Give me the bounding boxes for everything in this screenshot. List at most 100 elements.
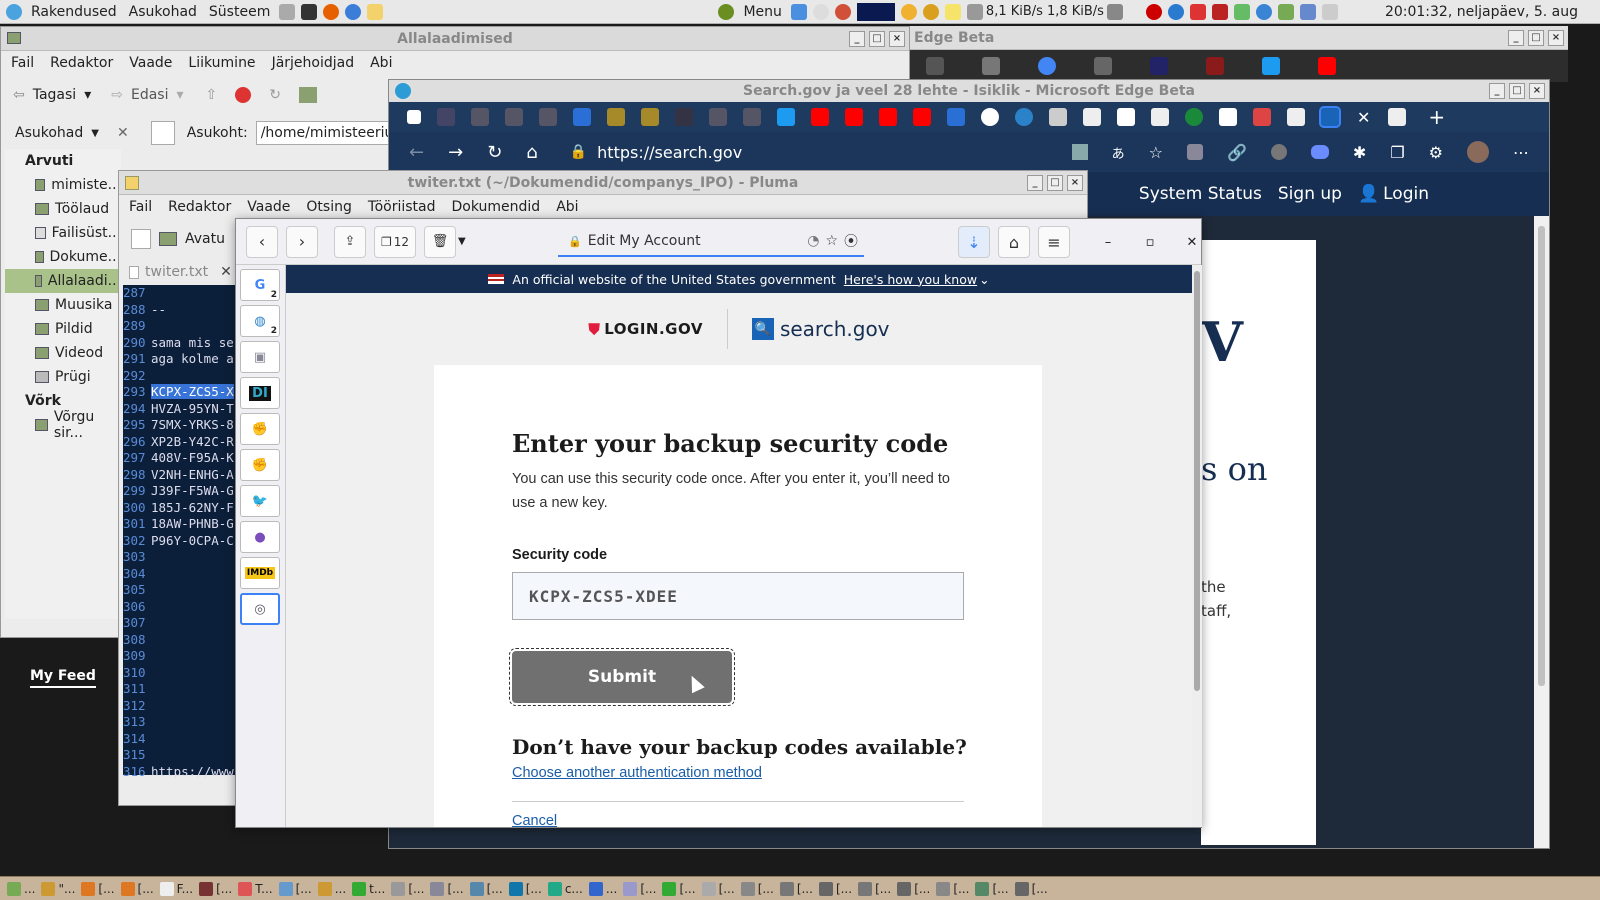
taskbar-item[interactable]: [... [508,879,542,899]
tab-favicon-icon[interactable] [743,108,761,126]
tab-youtube-icon[interactable] [913,108,931,126]
tab-favicon-icon[interactable] [539,108,557,126]
taskbar-item[interactable]: ... [317,879,346,899]
reload-icon[interactable]: ↻ [487,142,502,163]
menu-tools[interactable]: Tööriistad [360,199,444,215]
code-line[interactable]: 293 KCPX-ZCS5-X [123,384,243,401]
record-icon[interactable] [1145,3,1162,20]
edge-scrollbar[interactable] [1534,216,1549,848]
tab-favicon-icon[interactable] [1388,108,1407,126]
sidebar-gnome2-icon[interactable]: ✊ [240,449,280,481]
code-line[interactable]: 289 [123,318,243,335]
taskbar-item[interactable]: [... [897,879,930,899]
taskbar-item[interactable]: [... [936,879,969,899]
tab-google-icon[interactable] [981,108,999,126]
signal-icon[interactable] [1299,3,1316,20]
tab-favicon-icon[interactable] [1094,57,1112,75]
tab-twitter-icon[interactable] [777,108,795,126]
taskbar-item[interactable]: "... [41,879,75,899]
taskbar-item[interactable]: [... [278,879,312,899]
minimize-button[interactable]: _ [1027,175,1043,191]
menu-view[interactable]: Vaade [121,55,180,71]
taskbar-item[interactable]: ... [588,879,617,899]
address-bar[interactable]: https://search.gov [597,143,997,162]
share-icon[interactable]: ⇪ [334,225,366,258]
minimize-button[interactable]: _ [1489,83,1505,99]
home-icon[interactable]: ⌂ [998,226,1030,258]
tab-favicon-icon[interactable] [1206,57,1224,75]
forward-button[interactable]: › [286,225,318,258]
close-icon[interactable]: ✕ [1180,235,1204,250]
trash-icon[interactable]: 🗑 [424,225,456,258]
taskbar-item[interactable]: t... [352,879,385,899]
taskbar-item[interactable]: [... [858,879,891,899]
sidebar-globe-icon[interactable]: ◍ 2 [240,305,280,337]
scrollbar-thumb[interactable] [1194,271,1200,691]
menu-documents[interactable]: Dokumendid [444,199,549,215]
sidebar-item-desktop[interactable]: Töölaud [5,197,121,221]
taskbar-item[interactable]: [... [81,879,115,899]
code-line[interactable]: 310 [123,665,243,682]
close-button[interactable]: × [1067,175,1083,191]
tab-bing-icon[interactable] [947,108,965,126]
close-sidebar-icon[interactable]: ✕ [117,125,129,141]
reader-icon[interactable]: ◔ [807,233,819,249]
tab-gmail-icon[interactable] [1253,108,1271,126]
sidebar-gnome-icon[interactable]: ✊ [240,413,280,445]
sidebar-item-music[interactable]: Muusika [5,293,121,317]
tab-favicon-icon[interactable] [1151,108,1169,126]
code-line[interactable]: 299 J39F-F5WA-G [123,483,243,500]
extensions-puzzle-icon[interactable]: ✱ [1353,143,1366,162]
taskbar-item[interactable]: [... [779,879,813,899]
sidebar-globe2-icon[interactable]: ◎ [240,593,280,625]
taskbar-item[interactable]: [... [430,879,464,899]
tab-favicon-icon[interactable] [926,57,944,75]
cloud-icon[interactable] [1310,145,1329,159]
mate-logo-icon[interactable] [6,3,22,20]
record-icon[interactable]: ⦿ [844,231,858,251]
taskbar-item[interactable]: [... [740,879,774,899]
tab-searchgov-icon[interactable] [1319,106,1341,128]
minimize-button[interactable]: _ [849,31,865,47]
maximize-button[interactable]: □ [1509,83,1525,99]
taskbar-item[interactable]: [... [199,879,232,899]
reload-icon[interactable]: ↻ [269,87,281,103]
box-icon[interactable] [1189,3,1206,20]
bookmark-star-icon[interactable]: ☆ [825,233,838,249]
grid-icon[interactable] [1233,3,1250,20]
tab-bing-icon[interactable] [573,108,591,126]
choose-another-method-link[interactable]: Choose another authentication method [512,765,762,781]
tab-favicon-icon[interactable] [709,108,727,126]
maximize-button[interactable]: □ [1528,30,1544,46]
code-line[interactable]: 316 https://www [123,764,243,781]
minimize-button[interactable]: _ [1508,30,1524,46]
maximize-button[interactable]: □ [1047,175,1063,191]
profile-avatar[interactable] [1467,141,1489,163]
taskbar-item[interactable]: [... [1014,879,1048,899]
bluetooth-icon[interactable] [1167,3,1184,20]
tab-twitter-icon[interactable] [1262,57,1280,75]
code-line[interactable]: 314 [123,731,243,748]
menu-search[interactable]: Otsing [298,199,359,215]
code-line[interactable]: 298 V2NH-ENHG-A [123,467,243,484]
code-line[interactable]: 287 [123,285,243,302]
notes-icon[interactable] [944,3,961,20]
back-button[interactable]: ‹ [246,225,278,258]
security-code-input[interactable]: KCPX-ZCS5-XDEE [512,572,964,620]
tab-youtube-icon[interactable] [879,108,897,126]
new-tab-icon[interactable]: + [1428,105,1445,129]
ublock-icon[interactable] [1186,144,1203,160]
sidebar-twitter-icon[interactable]: 🐦 [240,485,280,517]
gov-banner-link[interactable]: Here's how you know [844,272,977,287]
extension-icon[interactable] [1071,144,1088,160]
nav-login[interactable]: Login [1383,184,1429,204]
code-line[interactable]: 304 [123,566,243,583]
tab-favicon-icon[interactable] [1015,108,1033,126]
code-line[interactable]: 296 XP2B-Y42C-R [123,434,243,451]
battery-icon[interactable] [1277,3,1294,20]
code-line[interactable]: 288 -- [123,302,243,319]
tab-favicon-icon[interactable] [675,108,693,126]
new-document-icon[interactable] [131,229,151,249]
menu-view[interactable]: Vaade [239,199,298,215]
code-line[interactable]: 297 408V-F95A-K [123,450,243,467]
